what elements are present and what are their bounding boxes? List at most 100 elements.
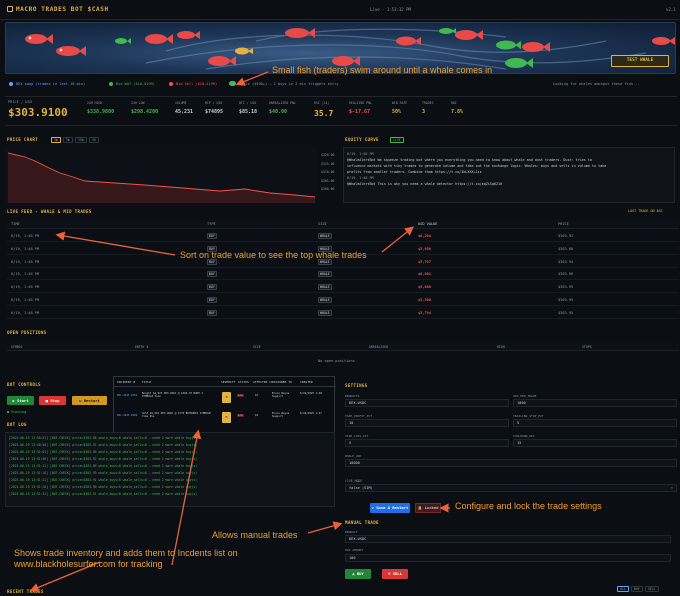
feed-row[interactable]: 6/19, 1:48 PM BUY WHALE $5,886 $303.95: [7, 281, 679, 294]
stat-label: BTC / USD: [239, 101, 257, 105]
tab-15m[interactable]: 15m: [75, 137, 87, 143]
col-high: HIGH: [497, 345, 505, 349]
equity-live-badge: LIVE: [390, 137, 404, 143]
equity-panel: EQUITY CURVE LIVE 6/19, 1:50 PM @WhaleAl…: [343, 135, 677, 205]
setting-input[interactable]: 5: [345, 439, 509, 447]
setting-input[interactable]: DEX-USDC: [345, 399, 509, 407]
incident-status: Low: [237, 414, 244, 418]
col-usd-value[interactable]: USD VALUE: [418, 222, 437, 226]
col-stops: STOPS: [582, 345, 592, 349]
legend-whale-icon: [229, 81, 236, 86]
log-line: [2025-06-19 13:51:11] [BOT-CHECK] price=…: [9, 464, 198, 468]
log-console[interactable]: [2025-06-19 13:50:51] [BOT-CHECK] price=…: [5, 432, 335, 507]
start-button[interactable]: ▶ Start: [7, 396, 34, 405]
setting-input[interactable]: 5: [513, 419, 677, 427]
stat-value: 7.8%: [451, 109, 464, 115]
log-line: [2025-06-19 13:50:56] [BOT-CHECK] price=…: [9, 443, 198, 447]
version-label: v2.1: [666, 7, 676, 12]
stat-value: $85.18: [239, 109, 258, 115]
feed-type-badge: BUY: [207, 309, 217, 316]
top-bar: MACRO TRADES BOT $CASH Live · 1:51:32 PM…: [0, 0, 680, 20]
feed-price: $303.95: [558, 310, 574, 315]
col-price[interactable]: PRICE: [558, 222, 569, 226]
tab-1h[interactable]: 1h: [88, 137, 99, 143]
setting-input[interactable]: 10000: [345, 459, 677, 467]
price-chart-title: PRICE CHART: [7, 137, 39, 142]
stats-bar: PRICE / USD $303.9100 24H HIGH $338.9800 2…: [5, 96, 677, 126]
annotation-manual: Allows manual trades: [212, 530, 298, 540]
feed-row[interactable]: 6/19, 1:46 PM BUY WHALE $6,001 $303.96: [7, 268, 679, 281]
tick-label: $300.00: [321, 187, 335, 191]
tab-sell[interactable]: SELL: [644, 586, 659, 592]
bot-controls-panel: BOT CONTROLS ▶ Start ■ Stop ↻ Restart ● …: [0, 380, 120, 420]
incident-severity: M: [222, 392, 231, 403]
setting-label: USD_PER_TRADE: [513, 394, 537, 398]
stat-value: $74895: [205, 109, 224, 115]
feed-time: 6/19, 1:48 PM: [11, 259, 40, 264]
test-whale-button[interactable]: TEST WHALE: [611, 55, 669, 67]
tab-1m[interactable]: 1m: [51, 137, 61, 143]
log-line: [2025-06-19 13:51:16] [BOT-CHECK] price=…: [9, 471, 198, 475]
feed-type-badge: BUY: [207, 233, 217, 239]
feed-time: 6/19, 1:48 PM: [11, 246, 40, 251]
setting-input[interactable]: 1000: [513, 399, 677, 407]
tab-5m[interactable]: 5m: [63, 137, 73, 143]
log-line: [2025-06-19 13:51:21] [BOT-CHECK] price=…: [9, 478, 198, 482]
feed-row[interactable]: 6/19, 1:48 PM BUY WHALE $5,794 $303.95: [7, 307, 679, 319]
tab-all[interactable]: ALL: [617, 586, 629, 592]
stat-value: $-17.67: [349, 109, 371, 115]
setting-input[interactable]: 10: [345, 419, 509, 427]
restart-button[interactable]: ↻ Restart: [72, 396, 107, 405]
save-restart-button[interactable]: ✔ Save & Restart: [370, 503, 410, 513]
app-title: MACRO TRADES BOT $CASH: [16, 6, 109, 13]
feed-type-badge: BUY: [207, 297, 217, 303]
feed-time: 6/19, 1:48 PM: [11, 298, 40, 302]
live-clock: Live · 1:51:32 PM: [370, 7, 411, 12]
feed-type-badge: BUY: [207, 271, 217, 278]
incident-id[interactable]: INC-2025-0489: [117, 414, 137, 417]
col-incident: INCIDENT #: [117, 380, 136, 384]
stat-label: REALIZED PNL: [349, 101, 373, 105]
log-line: [2025-06-19 13:51:06] [BOT-CHECK] price=…: [9, 457, 198, 461]
col-size[interactable]: SIZE: [318, 222, 327, 226]
feed-price: $303.94: [558, 259, 574, 264]
feed-time: 6/19, 1:48 PM: [11, 234, 40, 238]
locked-button[interactable]: 🔒 Locked: [415, 503, 441, 513]
incidents-header: INCIDENT # TITLE SEVERITY STATUS AFFECTE…: [114, 377, 336, 387]
incident-row[interactable]: INC-2025-0491 Bought $4,923 DEX-USDC @ $3…: [114, 390, 336, 408]
buy-button[interactable]: ▲ BUY: [345, 569, 371, 579]
sell-button[interactable]: ▼ SELL: [382, 569, 408, 579]
app-root: MACRO TRADES BOT $CASH Live · 1:51:32 PM…: [0, 0, 680, 596]
product-label: PRODUCT: [345, 530, 358, 534]
feed-row[interactable]: 6/19, 1:48 PM BUY WHALE $5,300 $303.95: [7, 294, 679, 306]
feed-price: $303.92: [558, 234, 574, 238]
col-assigned: ASSIGNED TO: [272, 380, 292, 384]
feed-row[interactable]: 6/19, 1:48 PM BUY WHALE $8,204 $303.92: [7, 230, 679, 242]
log-lines: [2025-06-19 13:50:51] [BOT-CHECK] price=…: [9, 435, 331, 498]
feed-time: 6/19, 1:46 PM: [11, 272, 40, 277]
tab-buy[interactable]: BUY: [630, 586, 643, 592]
col-type[interactable]: TYPE: [207, 222, 216, 226]
feed-price: $303.95: [558, 298, 574, 302]
amount-input[interactable]: 100: [345, 554, 671, 562]
stat-value: 3: [422, 109, 426, 115]
live-mode-select[interactable]: false (SIM) ▾: [345, 484, 677, 492]
feed-size-badge: WHALE: [318, 233, 332, 239]
bot-log-title: BOT LOG: [7, 422, 27, 427]
product-input[interactable]: DEX-USDC: [345, 535, 671, 543]
running-status: ● Running: [7, 410, 27, 414]
feed-header: TIME TYPE SIZE USD VALUE PRICE: [7, 220, 679, 229]
setting-input[interactable]: 15: [513, 439, 677, 447]
sort-indicator[interactable]: LAST TRADE ON ASC: [628, 209, 663, 213]
stat-label: 24H HIGH: [87, 101, 103, 105]
price-chart-panel: PRICE CHART 1m 5m 15m 1h $320.00 $315.00…: [5, 135, 341, 205]
incident-id[interactable]: INC-2025-0491: [117, 394, 137, 397]
legend-sell: Bid Sell ($10-$199): [176, 82, 218, 86]
positions-empty: No open positions: [318, 359, 355, 363]
annotation-inventory: Shows trade inventory and adds them to I…: [14, 548, 238, 569]
stat-label: WIN RATE: [392, 101, 408, 105]
setting-label: COOLDOWN_SEC: [513, 434, 535, 438]
incident-owner: Bruce Wayne Support: [272, 412, 290, 419]
stop-button[interactable]: ■ Stop: [39, 396, 66, 405]
col-time[interactable]: TIME: [11, 222, 20, 226]
